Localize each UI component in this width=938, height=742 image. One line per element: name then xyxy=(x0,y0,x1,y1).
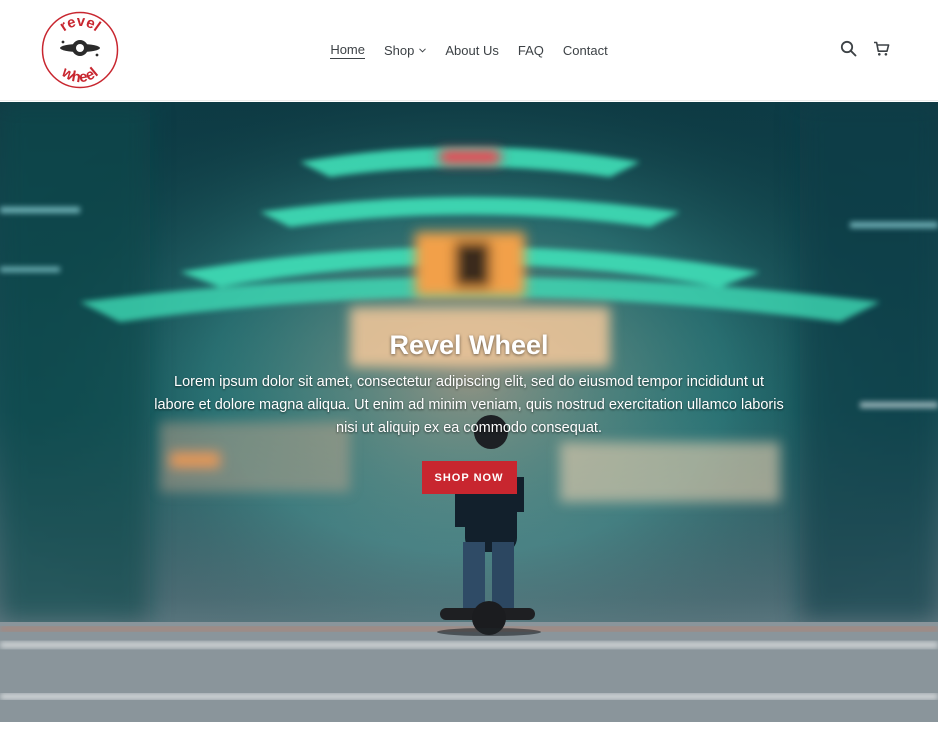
nav-contact-label: Contact xyxy=(562,42,608,58)
page-bottom-strip xyxy=(0,722,938,742)
nav-contact[interactable]: Contact xyxy=(553,42,617,59)
nav-home[interactable]: Home xyxy=(321,42,375,59)
search-icon[interactable] xyxy=(840,40,857,57)
hero-banner: Revel Wheel Lorem ipsum dolor sit amet, … xyxy=(0,102,938,722)
chevron-down-icon xyxy=(419,48,427,53)
hero-title: Revel Wheel xyxy=(389,330,549,360)
nav-shop-label: Shop xyxy=(384,42,415,58)
nav-home-label: Home xyxy=(330,42,365,59)
hero-description: Lorem ipsum dolor sit amet, consectetur … xyxy=(154,374,784,436)
main-nav: Home Shop About Us FAQ Contact xyxy=(0,0,938,101)
nav-about-us[interactable]: About Us xyxy=(436,42,508,59)
nav-shop[interactable]: Shop xyxy=(375,42,436,59)
logo[interactable]: revel wheel xyxy=(41,11,119,89)
header-icons xyxy=(840,40,890,57)
nav-about-us-label: About Us xyxy=(445,42,499,58)
nav-faq[interactable]: FAQ xyxy=(508,42,553,59)
site-header: revel wheel Home Shop About Us FAQ Conta… xyxy=(0,0,938,101)
nav-faq-label: FAQ xyxy=(517,42,544,58)
shop-now-button[interactable]: SHOP NOW xyxy=(421,461,517,494)
hero-content: Revel Wheel Lorem ipsum dolor sit amet, … xyxy=(0,328,938,494)
cart-icon[interactable] xyxy=(873,40,890,57)
page: revel wheel Home Shop About Us FAQ Conta… xyxy=(0,0,938,742)
